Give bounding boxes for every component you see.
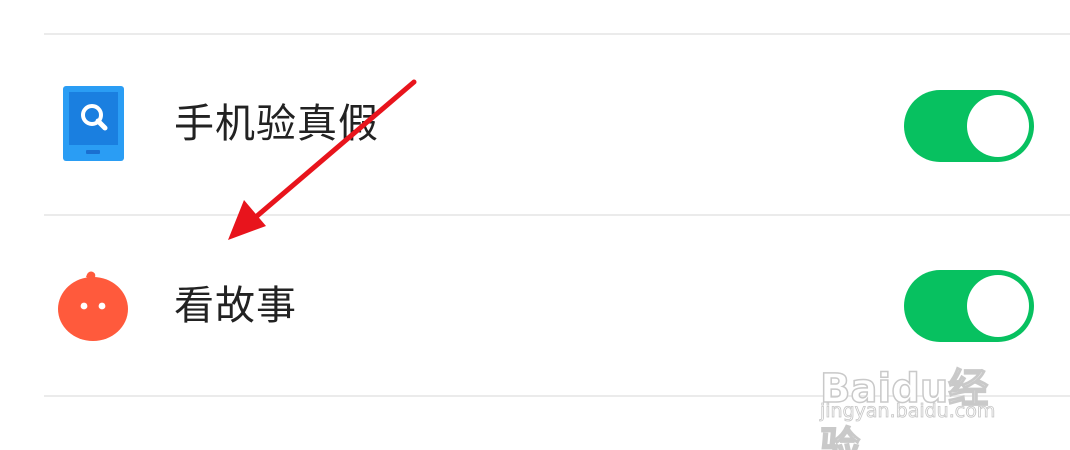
- settings-row-label: 看故事: [174, 283, 297, 329]
- toggle-knob: [967, 95, 1029, 157]
- divider-bottom: [44, 395, 1070, 397]
- story-mascot-icon: [58, 268, 128, 344]
- divider-top: [44, 33, 1070, 35]
- settings-screen: 手机验真假 看故事 Baidu经验 jingyan.baidu.com: [0, 0, 1070, 450]
- settings-row-phone-verify[interactable]: 手机验真假: [0, 50, 1070, 200]
- watermark-url: jingyan.baidu.com: [820, 400, 996, 423]
- settings-row-stories[interactable]: 看故事: [0, 230, 1070, 380]
- phone-verify-toggle[interactable]: [904, 90, 1034, 162]
- toggle-knob: [967, 275, 1029, 337]
- divider-middle: [44, 214, 1070, 216]
- settings-row-label: 手机验真假: [174, 101, 379, 147]
- phone-verify-icon: [58, 86, 128, 162]
- stories-toggle[interactable]: [904, 270, 1034, 342]
